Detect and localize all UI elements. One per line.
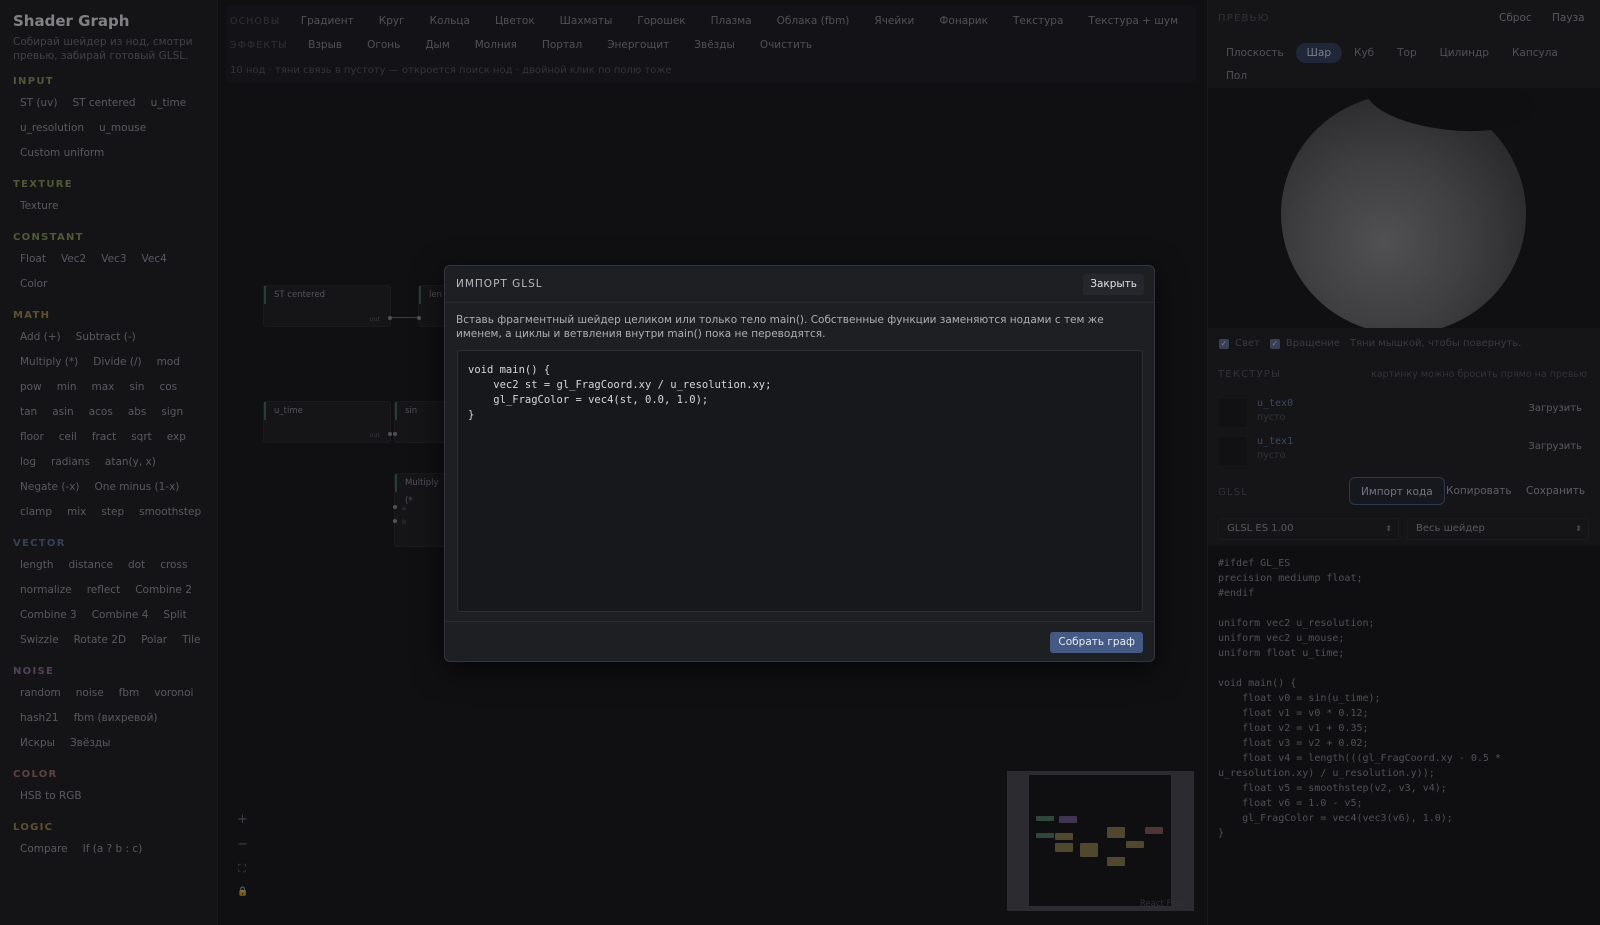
glsl-input-textarea[interactable]: void main() { vec2 st = gl_FragCoord.xy …	[457, 350, 1143, 612]
import-glsl-modal: ИМПОРТ GLSL Закрыть Вставь фрагментный ш…	[444, 265, 1155, 662]
modal-divider	[445, 621, 1154, 622]
modal-description: Вставь фрагментный шейдер целиком или то…	[456, 314, 1104, 340]
app-root: Shader Graph Собирай шейдер из нод, смот…	[0, 0, 1600, 925]
close-button[interactable]: Закрыть	[1083, 274, 1144, 295]
build-graph-button[interactable]: Собрать граф	[1050, 632, 1143, 653]
modal-title: ИМПОРТ GLSL	[456, 278, 543, 290]
modal-header: ИМПОРТ GLSL Закрыть	[445, 266, 1154, 303]
